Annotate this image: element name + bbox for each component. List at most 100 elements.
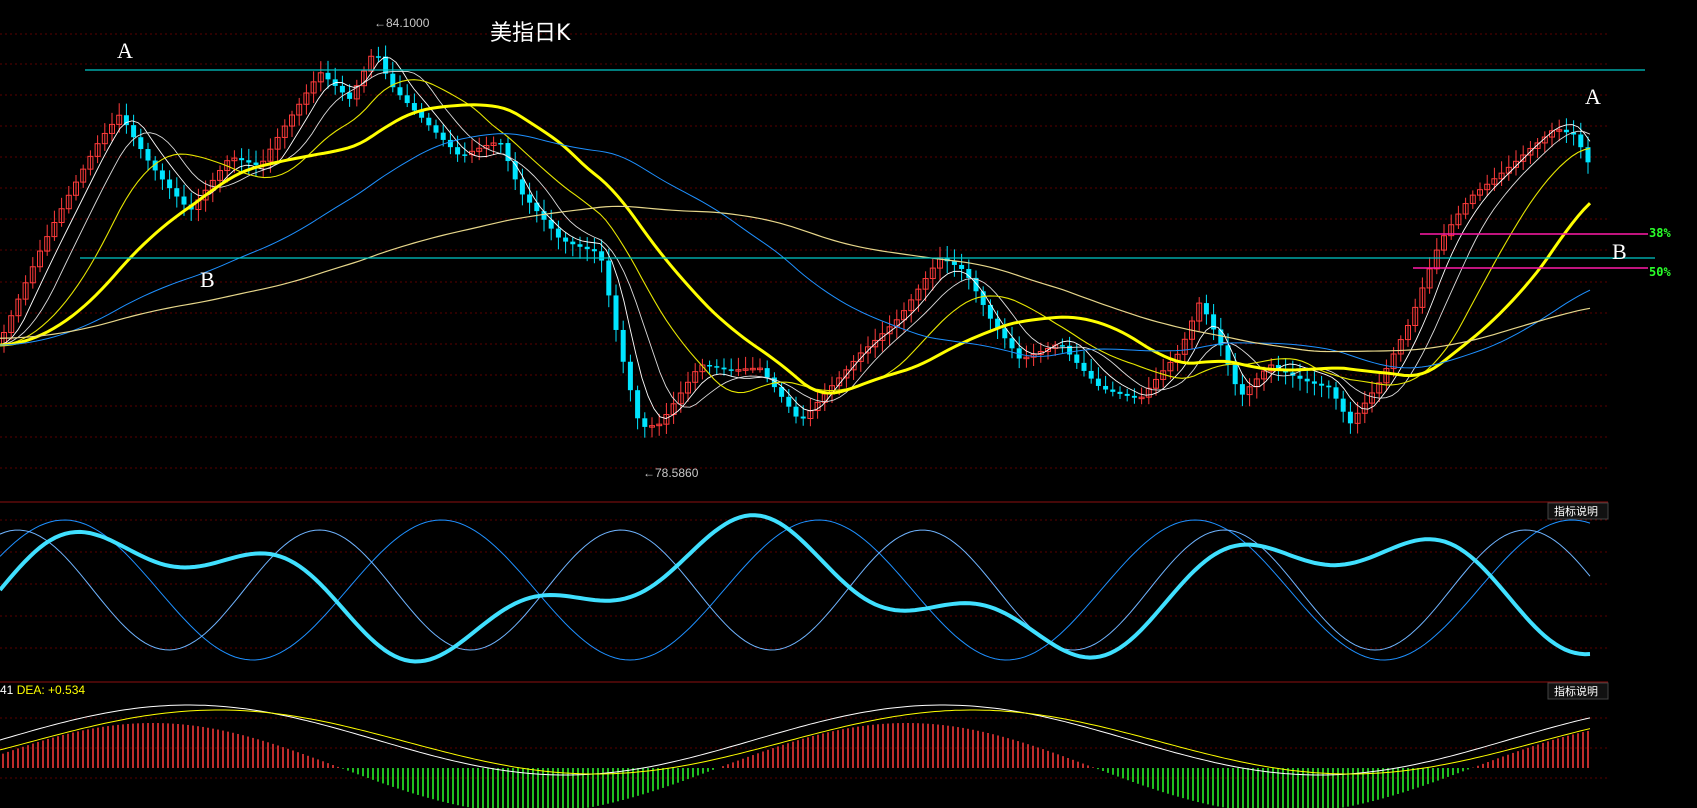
candle-body: [1110, 389, 1116, 392]
candle-body: [1009, 338, 1015, 349]
candle-body: [174, 188, 180, 197]
candle-body: [404, 95, 410, 104]
candle-body: [563, 237, 569, 242]
point-b-right: B: [1612, 239, 1627, 264]
candle-body: [1297, 375, 1303, 379]
candle-body: [181, 196, 187, 205]
macd-panel: [0, 704, 1591, 808]
candle-body: [555, 228, 561, 238]
candle-body: [1340, 398, 1346, 412]
candle-body: [347, 92, 353, 99]
candle-body: [433, 125, 439, 133]
candle-body: [642, 418, 648, 427]
candle-body: [1203, 303, 1209, 315]
candle-body: [1578, 134, 1584, 148]
macd-readout: 41 DEA: +0.534: [0, 683, 85, 697]
indicator-help-button-2[interactable]: 指标说明: [1547, 682, 1609, 700]
candle-body: [951, 261, 957, 265]
candle-body: [606, 260, 612, 296]
price-panel: 美指日K A B A B 38% 50% ←84.1000 ←78.5860: [0, 16, 1671, 480]
candle-body: [246, 160, 252, 163]
candle-body: [1326, 385, 1332, 388]
candle-body: [383, 56, 389, 74]
candle-body: [577, 244, 583, 247]
oscillator-main-line: [0, 513, 1591, 664]
candle-body: [1131, 395, 1137, 398]
candle-body: [1333, 387, 1339, 399]
ma-verylong-line: [0, 205, 1591, 353]
candle-body: [721, 367, 727, 370]
candle-body: [786, 396, 792, 407]
fib-50-label: 50%: [1649, 265, 1671, 279]
candle-body: [145, 149, 151, 161]
candle-body: [462, 154, 468, 156]
candle-body: [1319, 383, 1325, 386]
candle-body: [239, 158, 245, 161]
candle-body: [714, 366, 720, 368]
candle-body: [793, 406, 799, 417]
candle-body: [1074, 354, 1080, 363]
candle-body: [584, 246, 590, 250]
candle-body: [613, 295, 619, 330]
point-a-left: A: [117, 38, 133, 63]
candle-body: [397, 87, 403, 96]
indicator-help-label-1: 指标说明: [1554, 504, 1598, 518]
candle-body: [1081, 362, 1087, 371]
high-price-label: ←84.1000: [374, 16, 430, 30]
candle-body: [1095, 378, 1101, 386]
candle-body: [1088, 370, 1094, 379]
ma-long-line: [0, 133, 1591, 369]
candle-body: [519, 179, 525, 195]
candle-body: [959, 264, 965, 269]
ma-thick-line: [0, 103, 1592, 395]
candle-body: [1103, 385, 1109, 390]
candle-body: [440, 132, 446, 140]
ma-short-line: [0, 79, 1591, 394]
candle-body: [591, 249, 597, 252]
candle-body: [527, 194, 533, 203]
candle-body: [620, 329, 626, 362]
chart-title: 美指日K: [490, 21, 571, 46]
candle-body: [635, 390, 641, 419]
candle-body: [627, 361, 633, 391]
candle-body: [1311, 381, 1317, 384]
candle-body: [1563, 129, 1569, 133]
candle-body: [800, 416, 806, 419]
candle-body: [728, 369, 734, 371]
candle-body: [764, 368, 770, 378]
candle-body: [159, 170, 165, 180]
candle-body: [411, 103, 417, 111]
indicator-help-button-1[interactable]: 指标说明: [1547, 502, 1609, 520]
candle-body: [339, 85, 345, 93]
candle-body: [131, 125, 137, 138]
oscillator-fast-line: [0, 519, 1591, 661]
candle-body: [1239, 384, 1245, 395]
candle-body: [426, 117, 432, 126]
candle-body: [1304, 378, 1310, 382]
candle-body: [512, 161, 518, 180]
candle-body: [570, 241, 576, 245]
candle-body: [138, 137, 144, 150]
candle-body: [498, 142, 504, 145]
candle-body: [707, 365, 713, 367]
candle-body: [599, 251, 605, 261]
candle-body: [375, 56, 381, 58]
candle-body: [541, 211, 547, 220]
candle-body: [1117, 391, 1123, 394]
candle-body: [455, 147, 461, 155]
candle-body: [1059, 345, 1065, 347]
fib-38-label: 38%: [1649, 226, 1671, 240]
oscillator-mid-line: [0, 529, 1591, 651]
indicator-help-label-2: 指标说明: [1554, 684, 1598, 698]
low-price-label: ←78.5860: [643, 466, 699, 480]
moving-averages: [0, 57, 1592, 419]
candle-body: [325, 72, 331, 80]
oscillator-panel: [0, 513, 1591, 664]
forex-chart: 美指日K A B A B 38% 50% ←84.1000 ←78.5860 指…: [0, 16, 1671, 808]
candle-body: [253, 162, 259, 166]
point-b-left: B: [200, 267, 215, 292]
candle-body: [1124, 393, 1130, 396]
candle-body: [1232, 364, 1238, 385]
candle-body: [167, 179, 173, 189]
ma-short-line: [0, 57, 1591, 419]
